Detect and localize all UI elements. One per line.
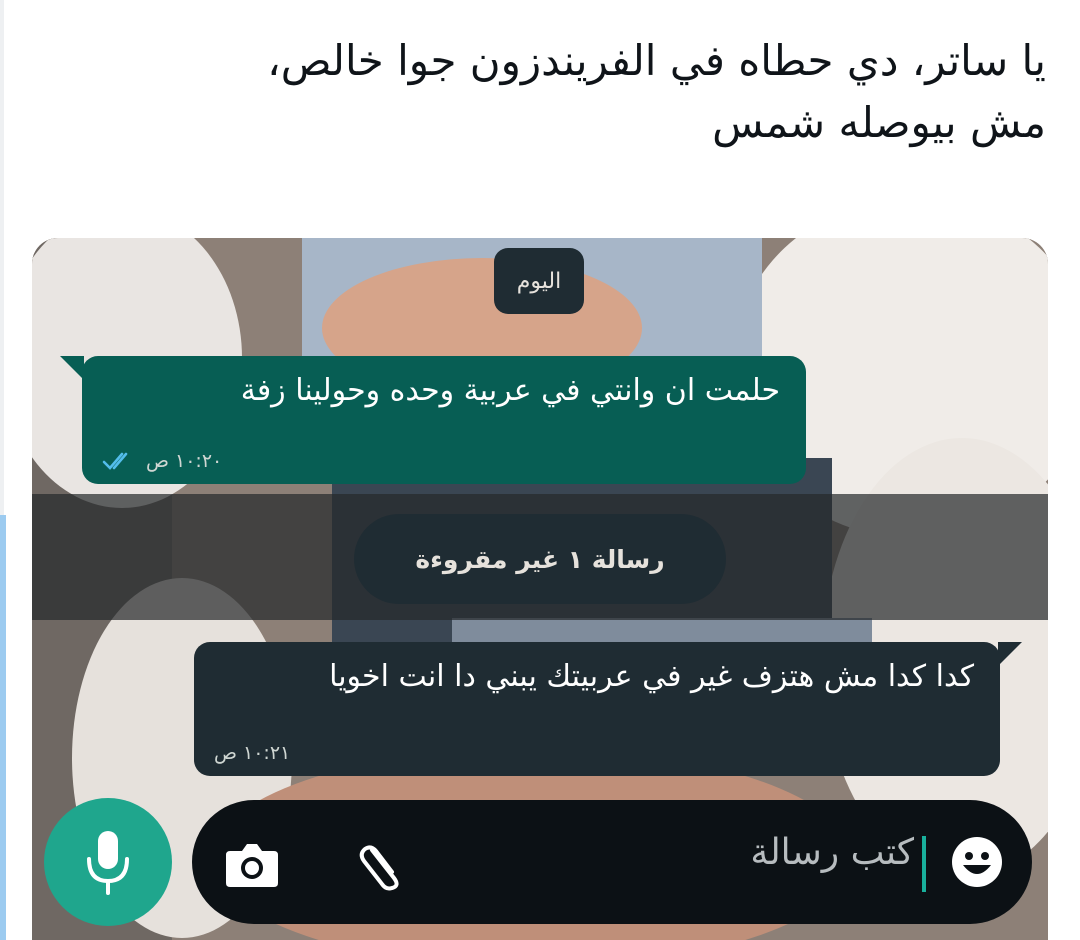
emoji-button[interactable] [946,831,1008,893]
unread-messages-banner: رسالة ١ غير مقروءة [354,514,726,604]
camera-button[interactable] [222,834,282,894]
unread-banner-label: رسالة ١ غير مقروءة [415,544,665,574]
chat-screenshot: اليوم حلمت ان وانتي في عربية وحده وحولين… [32,238,1048,940]
attach-button[interactable] [352,832,414,894]
double-check-icon [102,452,128,470]
message-time: ١٠:٢٠ ص [146,450,223,472]
incoming-message-bubble[interactable]: كدا كدا مش هتزف غير في عربيتك يبني دا ان… [194,642,1022,776]
voice-record-button[interactable] [44,798,172,926]
text-cursor [922,836,926,892]
emoji-icon [952,837,1002,887]
message-time: ١٠:٢١ ص [214,742,291,764]
microphone-icon [87,831,129,895]
thread-indicator [0,515,6,940]
message-meta: ١٠:٢٠ ص [102,450,222,472]
date-chip-label: اليوم [516,268,562,294]
outgoing-message-bubble[interactable]: حلمت ان وانتي في عربية وحده وحولينا زفة … [60,356,806,484]
message-text: حلمت ان وانتي في عربية وحده وحولينا زفة [240,373,780,408]
message-composer: كتب رسالة [192,800,1032,924]
message-text: كدا كدا مش هتزف غير في عربيتك يبني دا ان… [329,659,974,694]
date-chip: اليوم [494,248,584,314]
post-text: يا ساتر، دي حطاه في الفريندزون جوا خالص،… [267,36,1046,147]
attach-paperclip-icon [359,845,399,891]
camera-icon [226,844,278,887]
message-meta: ١٠:٢١ ص [214,742,290,764]
message-input[interactable]: كتب رسالة [750,832,914,873]
